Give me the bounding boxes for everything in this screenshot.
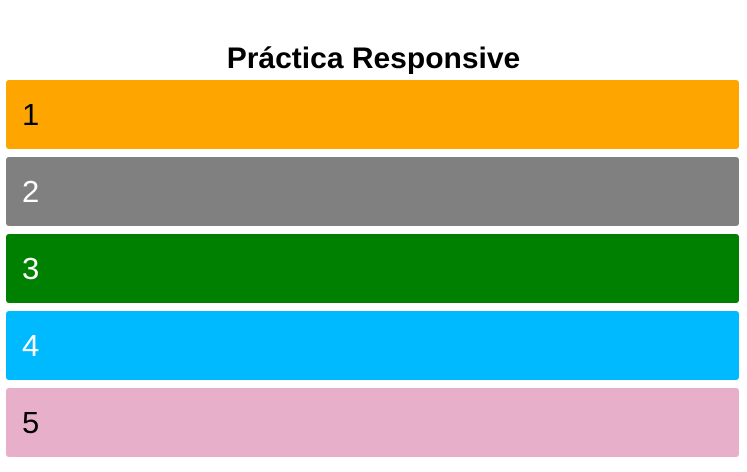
- box-3: 3: [6, 234, 739, 303]
- box-5: 5: [6, 388, 739, 457]
- box-2: 2: [6, 157, 739, 226]
- page-container: Práctica Responsive 1 2 3 4 5: [0, 0, 747, 472]
- box-4-label: 4: [22, 328, 40, 363]
- box-1-label: 1: [22, 97, 40, 132]
- box-4: 4: [6, 311, 739, 380]
- box-1: 1: [6, 80, 739, 149]
- box-5-label: 5: [22, 405, 40, 440]
- box-list: 1 2 3 4 5: [6, 80, 739, 465]
- box-2-label: 2: [22, 174, 40, 209]
- page-title: Práctica Responsive: [226, 42, 521, 76]
- box-3-label: 3: [22, 251, 40, 286]
